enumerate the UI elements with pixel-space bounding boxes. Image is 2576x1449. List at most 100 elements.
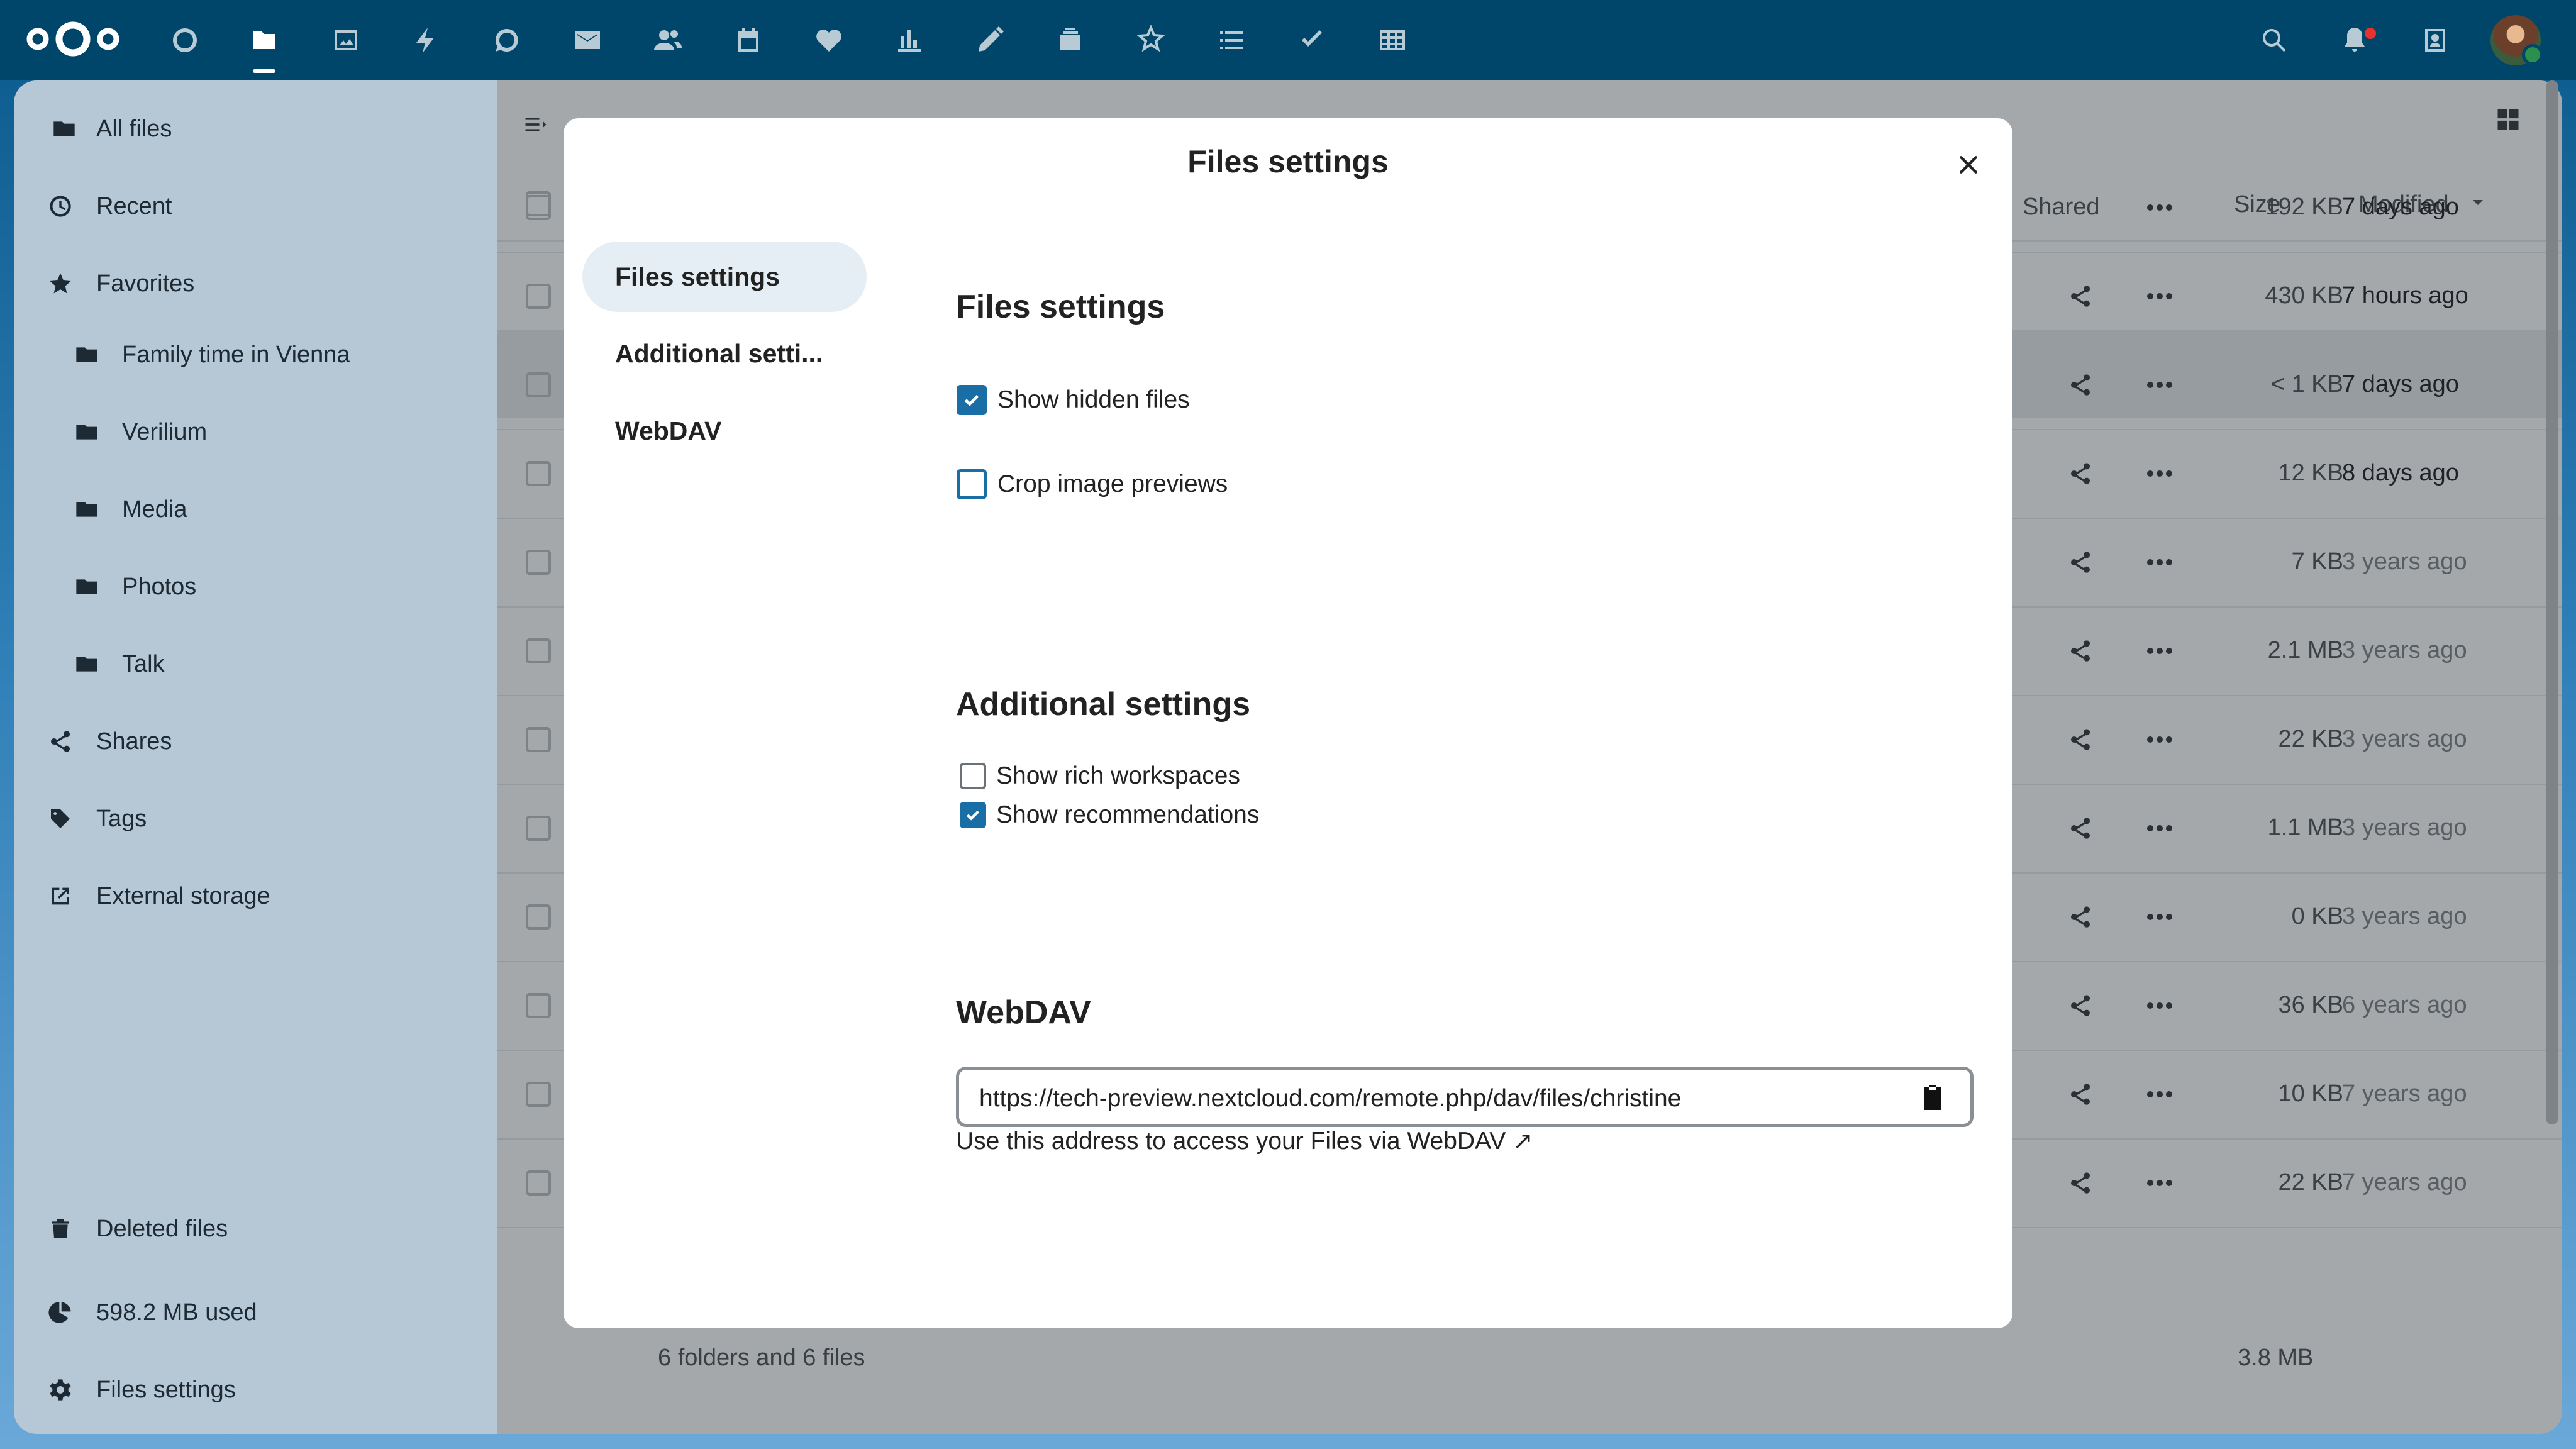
- show-hidden-files-checkbox[interactable]: [957, 385, 987, 415]
- scrollbar[interactable]: [2546, 80, 2558, 1124]
- clipboard-icon[interactable]: [1918, 1082, 1948, 1113]
- sidebar-item-family-time[interactable]: Family time in Vienna: [14, 325, 497, 385]
- webdav-url-value[interactable]: https://tech-preview.nextcloud.com/remot…: [979, 1085, 1681, 1113]
- sidebar-item-photos[interactable]: Photos: [14, 557, 497, 617]
- more-actions-icon[interactable]: [2147, 558, 2172, 570]
- share-icon[interactable]: [2068, 727, 2093, 755]
- row-checkbox[interactable]: [526, 904, 551, 930]
- more-actions-icon[interactable]: [2147, 735, 2172, 747]
- files-icon[interactable]: [244, 20, 284, 60]
- more-actions-icon[interactable]: [2147, 203, 2172, 215]
- folder-icon: [73, 650, 101, 678]
- row-checkbox[interactable]: [526, 195, 551, 220]
- file-size: 10 KB: [2278, 1080, 2343, 1107]
- row-checkbox[interactable]: [526, 284, 551, 309]
- more-actions-icon[interactable]: [2147, 1090, 2172, 1102]
- row-checkbox[interactable]: [526, 1170, 551, 1196]
- deck-icon[interactable]: [1050, 20, 1091, 60]
- share-icon[interactable]: [2068, 372, 2093, 401]
- row-checkbox[interactable]: [526, 550, 551, 575]
- search-icon[interactable]: [2254, 20, 2294, 60]
- show-rich-workspaces-label[interactable]: Show rich workspaces: [996, 762, 1240, 790]
- close-button[interactable]: [1946, 142, 1991, 187]
- share-icon[interactable]: [2068, 461, 2093, 489]
- shared-status-label[interactable]: Shared: [2023, 194, 2100, 221]
- show-recommendations-checkbox[interactable]: [960, 802, 986, 828]
- more-actions-icon[interactable]: [2147, 292, 2172, 304]
- more-actions-icon[interactable]: [2147, 1179, 2172, 1191]
- checkmark-icon: [964, 394, 979, 406]
- share-icon[interactable]: [2068, 993, 2093, 1021]
- webdav-url-field[interactable]: https://tech-preview.nextcloud.com/remot…: [956, 1067, 1974, 1127]
- file-size: 1.1 MB: [2267, 814, 2343, 841]
- sidebar-item-verilium[interactable]: Verilium: [14, 402, 497, 462]
- dialog-nav-files-settings[interactable]: Files settings: [582, 242, 867, 312]
- tag-icon: [47, 805, 74, 833]
- row-checkbox[interactable]: [526, 816, 551, 841]
- share-icon[interactable]: [2068, 284, 2093, 312]
- row-checkbox[interactable]: [526, 727, 551, 752]
- sidebar-item-media[interactable]: Media: [14, 479, 497, 540]
- contacts-icon[interactable]: [648, 20, 688, 60]
- share-icon[interactable]: [2068, 816, 2093, 844]
- show-rich-workspaces-checkbox[interactable]: [960, 763, 986, 789]
- more-actions-icon[interactable]: [2147, 824, 2172, 836]
- sidebar-item-all-files[interactable]: All files: [14, 99, 497, 159]
- dashboard-icon[interactable]: [165, 20, 205, 60]
- checkmark-icon[interactable]: [1292, 20, 1332, 60]
- contacts-menu-icon[interactable]: [2415, 20, 2455, 60]
- sidebar-item-talk[interactable]: Talk: [14, 634, 497, 694]
- analytics-icon[interactable]: [889, 20, 930, 60]
- pencil-icon[interactable]: [970, 20, 1010, 60]
- crop-image-previews-label[interactable]: Crop image previews: [997, 470, 1228, 498]
- show-hidden-files-label[interactable]: Show hidden files: [997, 386, 1190, 414]
- folder-icon: [50, 115, 78, 143]
- sidebar-item-deleted-files[interactable]: Deleted files: [14, 1199, 497, 1259]
- dialog-nav-webdav[interactable]: WebDAV: [582, 396, 867, 466]
- photos-icon[interactable]: [326, 20, 366, 60]
- row-checkbox[interactable]: [526, 1082, 551, 1107]
- share-icon[interactable]: [2068, 1082, 2093, 1110]
- row-checkbox[interactable]: [526, 638, 551, 663]
- sidebar-item-recent[interactable]: Recent: [14, 176, 497, 236]
- nextcloud-logo[interactable]: [23, 19, 123, 59]
- tasks-star-icon[interactable]: [1131, 20, 1171, 60]
- more-actions-icon[interactable]: [2147, 1001, 2172, 1013]
- share-icon[interactable]: [2068, 1170, 2093, 1199]
- tables-icon[interactable]: [1372, 20, 1413, 60]
- sidebar-item-external-storage[interactable]: External storage: [14, 866, 497, 926]
- storage-quota[interactable]: 598.2 MB used: [14, 1282, 497, 1343]
- dialog-nav-additional-settings[interactable]: Additional setti...: [582, 318, 867, 389]
- more-actions-icon[interactable]: [2147, 647, 2172, 658]
- share-icon[interactable]: [2068, 904, 2093, 933]
- crop-image-previews-checkbox[interactable]: [957, 469, 987, 499]
- heart-icon[interactable]: [809, 20, 849, 60]
- mail-icon[interactable]: [567, 20, 608, 60]
- webdav-hint-link[interactable]: Use this address to access your Files vi…: [956, 1127, 1533, 1155]
- notifications-icon[interactable]: [2334, 20, 2375, 60]
- sidebar-item-tags[interactable]: Tags: [14, 789, 497, 849]
- more-actions-icon[interactable]: [2147, 913, 2172, 924]
- sidebar-item-shares[interactable]: Shares: [14, 711, 497, 772]
- row-checkbox[interactable]: [526, 461, 551, 486]
- talk-icon[interactable]: [487, 20, 527, 60]
- sidebar-item-label: Deleted files: [96, 1215, 228, 1242]
- sidebar-item-label: Family time in Vienna: [122, 341, 350, 368]
- more-actions-icon[interactable]: [2147, 380, 2172, 392]
- row-checkbox[interactable]: [526, 372, 551, 397]
- checkmark-icon: [966, 810, 980, 821]
- toggle-navigation-icon[interactable]: [522, 111, 550, 138]
- file-size: 2.1 MB: [2267, 637, 2343, 663]
- sidebar-item-label: Shares: [96, 728, 172, 755]
- more-actions-icon[interactable]: [2147, 469, 2172, 481]
- list-icon[interactable]: [1211, 20, 1252, 60]
- sidebar-item-files-settings[interactable]: Files settings: [14, 1360, 497, 1420]
- activity-icon[interactable]: [406, 20, 447, 60]
- share-icon[interactable]: [2068, 550, 2093, 578]
- sidebar-item-favorites[interactable]: Favorites: [14, 253, 497, 314]
- calendar-icon[interactable]: [728, 20, 769, 60]
- share-icon[interactable]: [2068, 638, 2093, 667]
- grid-view-icon[interactable]: [2494, 106, 2522, 133]
- row-checkbox[interactable]: [526, 993, 551, 1018]
- show-recommendations-label[interactable]: Show recommendations: [996, 801, 1259, 829]
